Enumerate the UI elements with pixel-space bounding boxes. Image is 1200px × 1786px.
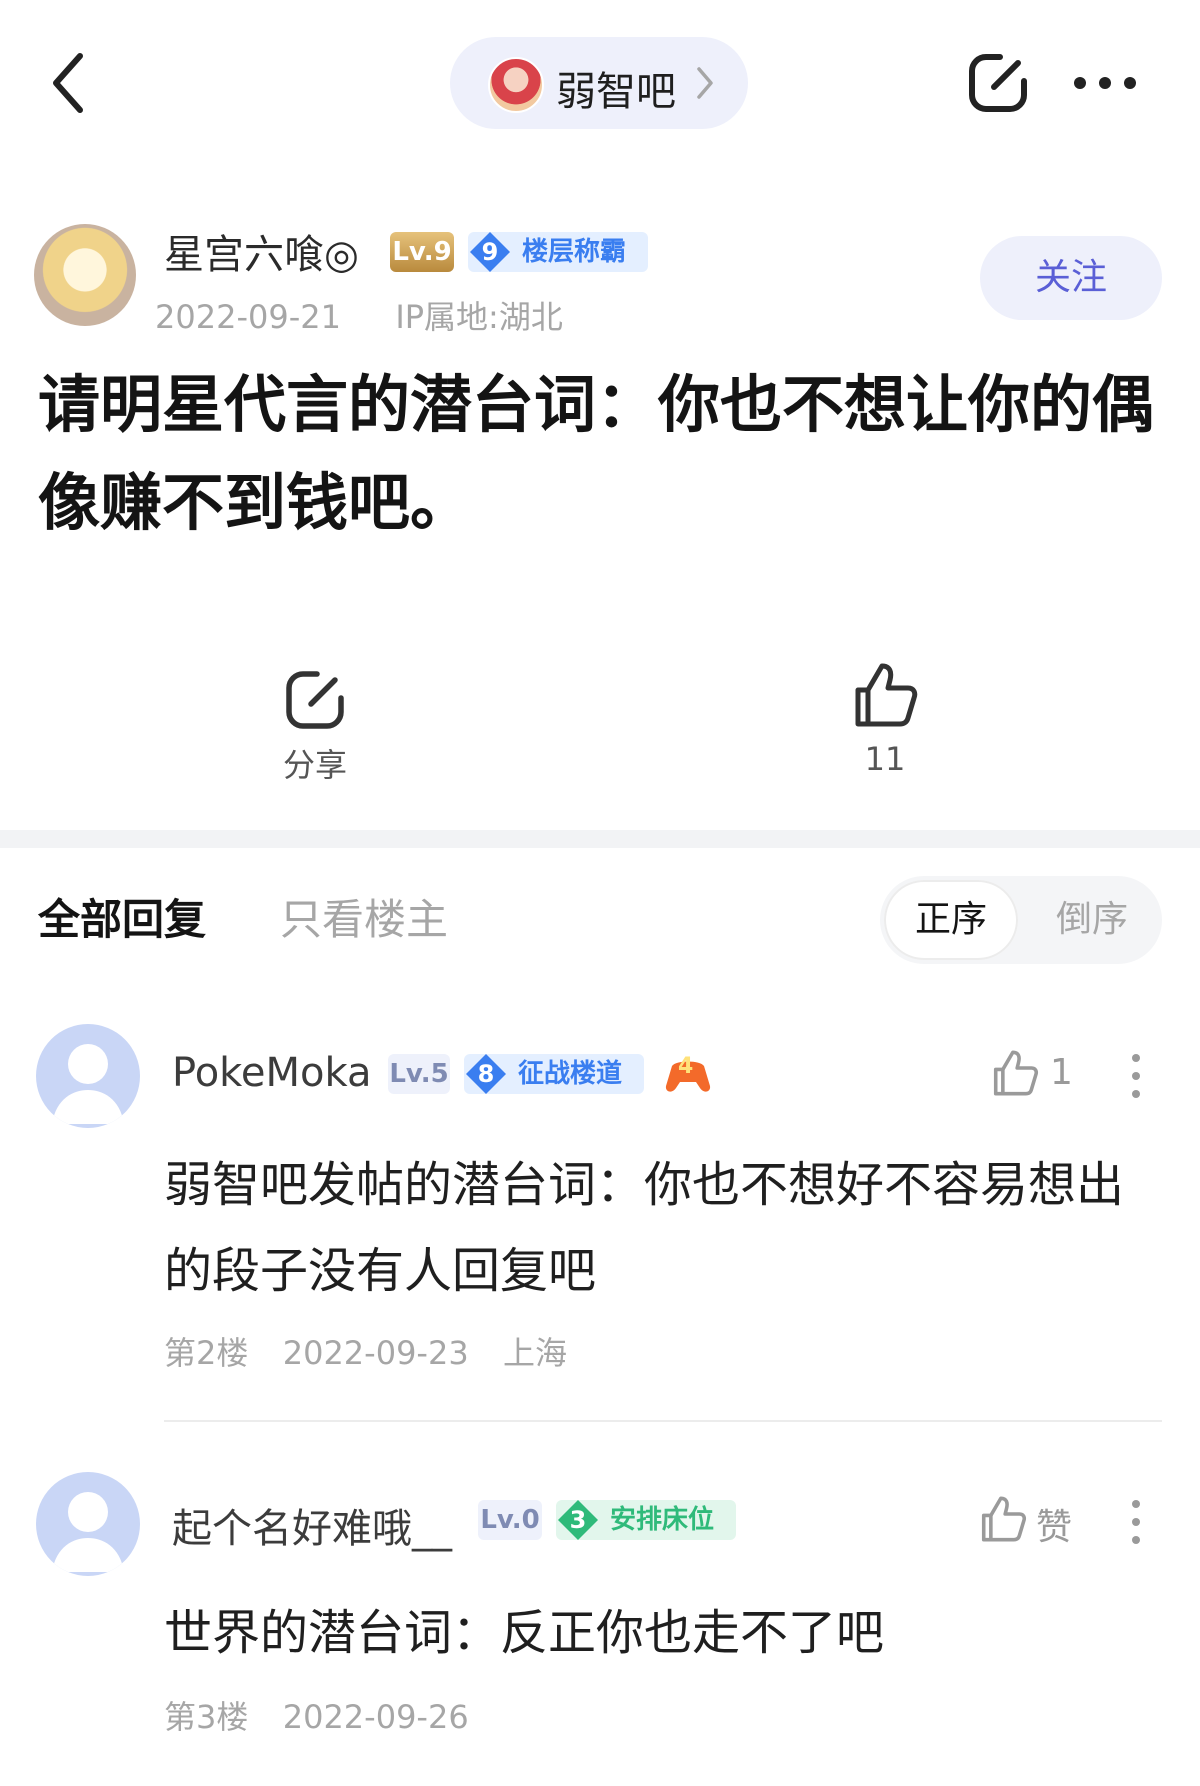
comment-level-badge: Lv.0 [478,1500,542,1540]
like-post-button[interactable]: 11 [840,660,930,786]
comment-honor-title: 征战楼道 [518,1059,623,1089]
thumbs-up-icon [855,663,918,727]
post-ip-location: IP属地:湖北 [395,298,563,336]
comment-like-label: 赞 [1036,1507,1073,1548]
back-arrow-icon [53,53,83,113]
post-meta: 2022-09-21 IP属地:湖北 [155,292,563,338]
more-vertical-icon [1132,1500,1140,1544]
comment-location: 上海 [503,1334,568,1372]
share-post-button[interactable]: 分享 [270,666,360,786]
section-divider [0,830,1200,848]
comment-username[interactable]: PokeMoka [172,1050,371,1096]
author-name[interactable]: 星宫六喰◎ [164,222,359,280]
game-controller-badge-icon: 4 [664,1052,712,1096]
user-placeholder-icon [52,1044,124,1124]
thumbs-up-icon [993,1050,1039,1096]
author-honor-rank: 9 [481,238,499,266]
comment-avatar[interactable] [36,1024,140,1128]
sort-toggle: 正序 倒序 [880,876,1162,964]
author-honor-badge: 9 楼层称霸 [468,232,648,272]
comment-like-button[interactable]: 1 [990,1048,1110,1102]
more-options-button[interactable] [1072,75,1138,91]
post-date: 2022-09-21 [155,298,341,336]
comment-like-button[interactable]: 赞 [978,1494,1108,1550]
more-vertical-icon [1132,1054,1140,1098]
forum-avatar [488,57,544,113]
share-icon [969,54,1027,112]
share-icon [286,671,344,729]
game-badge-number: 4 [678,1054,694,1079]
sort-ascending-button[interactable]: 正序 [884,880,1018,960]
comment-divider [164,1420,1162,1422]
thumbs-up-icon [981,1496,1027,1542]
back-button[interactable] [48,50,92,116]
author-level-badge: Lv.9 [390,232,454,272]
tab-op-only[interactable]: 只看楼主 [280,886,448,947]
comment-honor-badge: 3 安排床位 [556,1500,736,1540]
like-count: 11 [864,740,906,778]
share-button[interactable] [966,51,1030,115]
user-placeholder-icon [52,1492,124,1572]
tab-all-replies[interactable]: 全部回复 [38,886,206,947]
sort-descending-button[interactable]: 倒序 [1026,880,1158,960]
comment-date: 2022-09-23 [282,1334,469,1372]
author-avatar[interactable] [34,224,136,326]
forum-link[interactable]: 弱智吧 [450,37,748,129]
comment-meta: 第2楼 2022-09-23 上海 [164,1328,567,1374]
comment-more-button[interactable] [1130,1498,1142,1546]
chevron-right-icon [697,67,713,99]
comment-body: 世界的潜台词：反正你也走不了吧 [164,1605,885,1661]
comment-like-count: 1 [1050,1052,1073,1093]
comment-honor-badge: 8 征战楼道 [464,1054,644,1094]
comment-avatar[interactable] [36,1472,140,1576]
forum-name: 弱智吧 [556,69,676,115]
comment-floor: 第3楼 [164,1698,249,1736]
comment-more-button[interactable] [1130,1052,1142,1100]
comment-honor-title: 安排床位 [610,1505,715,1535]
comment-level-badge: Lv.5 [388,1054,450,1094]
share-label: 分享 [282,746,347,784]
comment-meta: 第3楼 2022-09-26 [164,1692,469,1738]
comment-honor-rank: 8 [477,1060,495,1088]
author-honor-title: 楼层称霸 [522,237,627,267]
comment-username[interactable]: 起个名好难哦__ [172,1496,452,1554]
more-horizontal-icon [1074,77,1136,89]
comment-honor-rank: 3 [569,1506,587,1534]
post-title: 请明星代言的潜台词：你也不想让你的偶像赚不到钱吧。 [38,368,1155,539]
comment-floor: 第2楼 [164,1334,249,1372]
follow-button[interactable]: 关注 [980,236,1162,320]
comment-date: 2022-09-26 [282,1698,469,1736]
comment-body: 弱智吧发帖的潜台词：你也不想好不容易想出的段子没有人回复吧 [164,1157,1125,1299]
